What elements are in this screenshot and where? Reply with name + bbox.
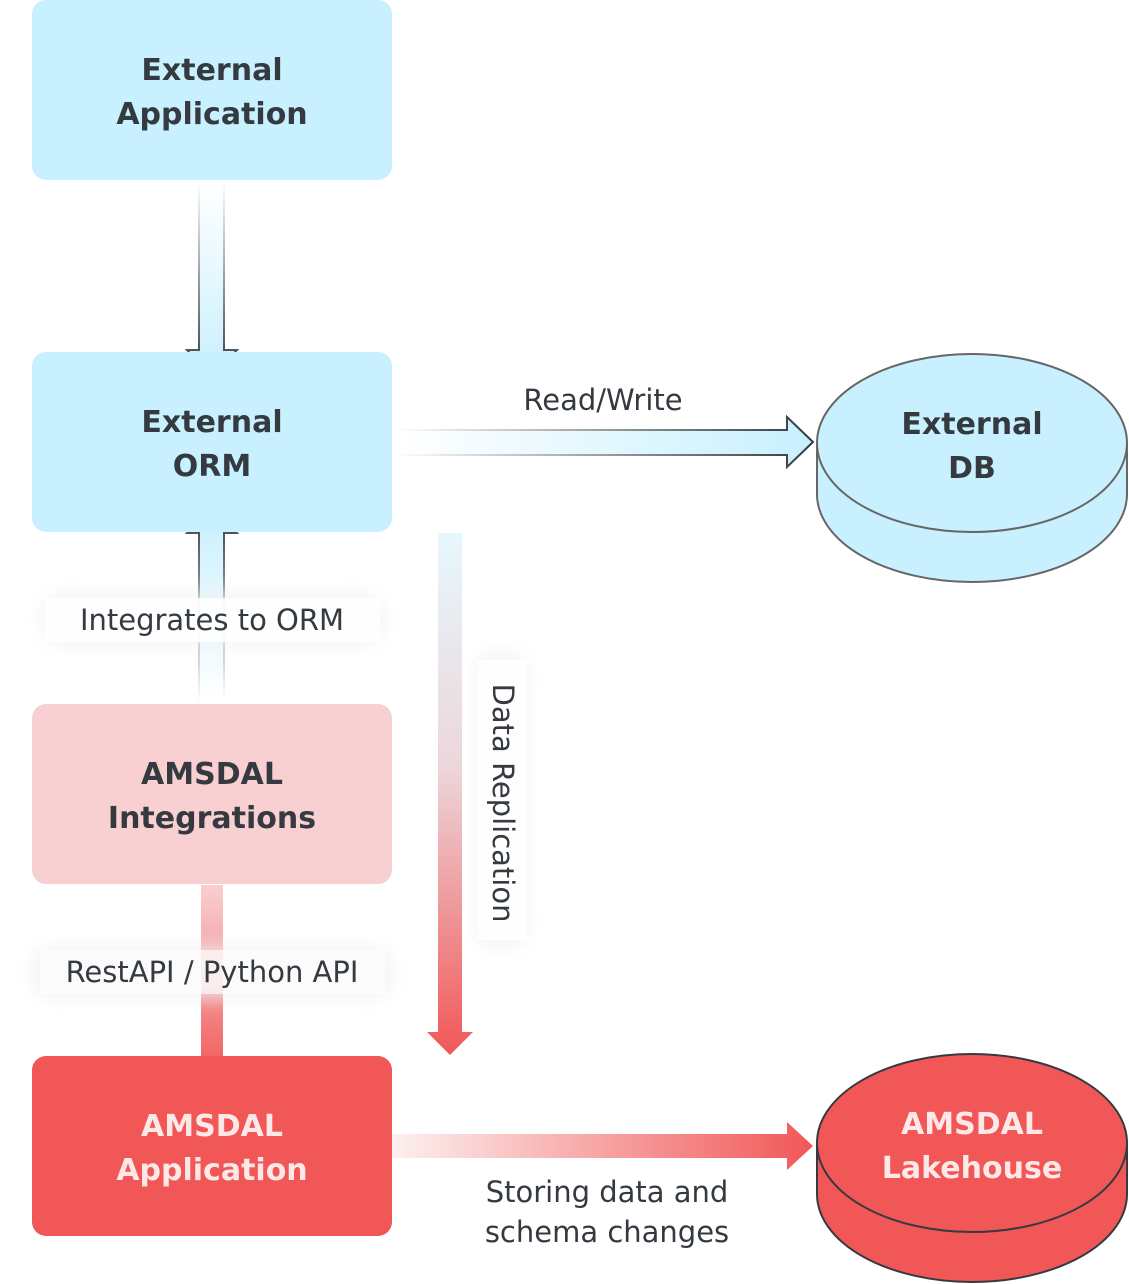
arrow-data-replication	[427, 533, 473, 1055]
node-label: AMSDAL	[141, 1109, 283, 1144]
node-label: AMSDAL	[141, 757, 283, 792]
node-label: Integrations	[108, 801, 316, 836]
arrow-application-to-lakehouse	[392, 1122, 813, 1170]
node-external-db: External DB	[816, 353, 1128, 583]
node-label: Application	[116, 97, 307, 132]
node-label: DB	[948, 451, 996, 486]
edge-label-read-write: Read/Write	[523, 383, 682, 417]
node-label: External	[141, 53, 282, 88]
node-label: AMSDAL	[901, 1107, 1043, 1142]
edge-label-data-replication: Data Replication	[486, 684, 520, 923]
arrow-orm-to-db	[394, 414, 815, 470]
node-label: External	[141, 405, 282, 440]
node-external-application: External Application	[32, 0, 392, 180]
node-amsdal-application: AMSDAL Application	[32, 1056, 392, 1236]
node-amsdal-integrations: AMSDAL Integrations	[32, 704, 392, 884]
node-external-orm: External ORM	[32, 352, 392, 532]
node-label: Application	[116, 1153, 307, 1188]
edge-label-storing: Storing data and	[486, 1175, 729, 1209]
node-label: External	[901, 407, 1042, 442]
architecture-diagram: External Application External ORM AMSDAL…	[30, 0, 1128, 1283]
edge-label-integrates-to-orm: Integrates to ORM	[80, 603, 344, 637]
edge-label-rest-python-api: RestAPI / Python API	[66, 955, 359, 989]
arrow-app-to-orm	[184, 181, 240, 378]
node-label: Lakehouse	[882, 1151, 1062, 1186]
node-amsdal-lakehouse: AMSDAL Lakehouse	[816, 1053, 1128, 1283]
edge-label-storing: schema changes	[485, 1215, 729, 1249]
node-label: ORM	[173, 449, 251, 484]
